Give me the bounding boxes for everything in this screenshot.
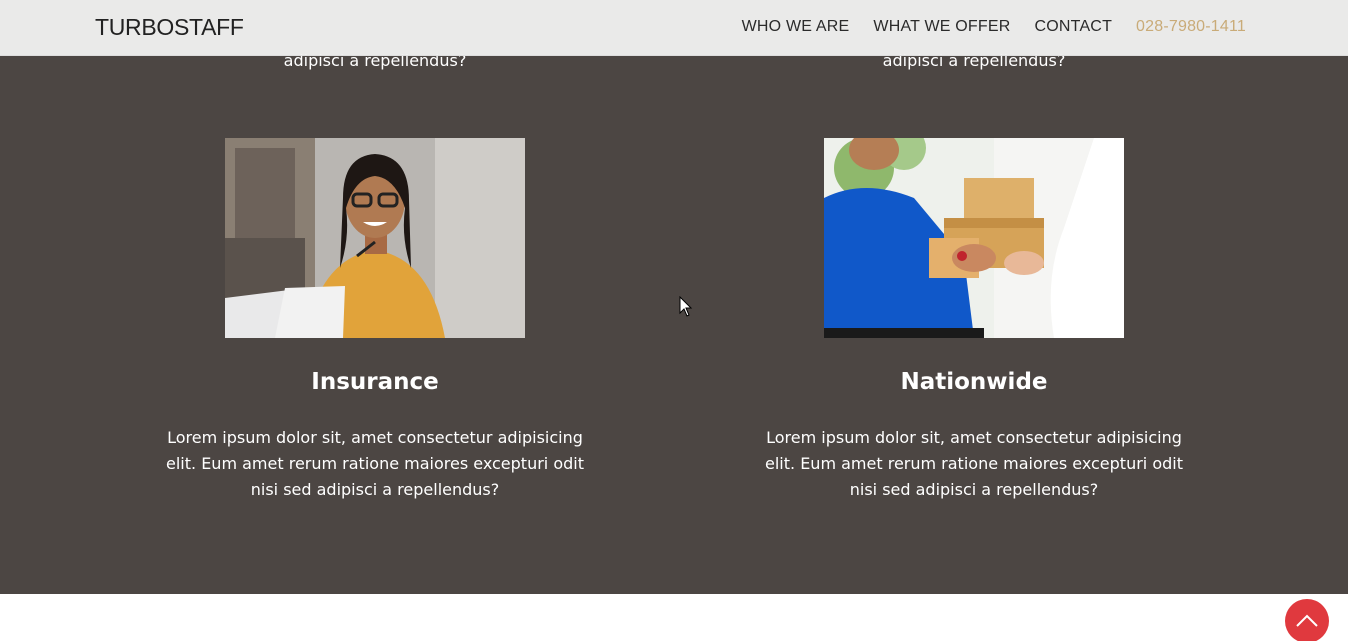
services-section: adipisci a repellendus? adipisci a repel… bbox=[0, 0, 1348, 594]
service-card-insurance: Insurance Lorem ipsum dolor sit, amet co… bbox=[160, 138, 590, 503]
service-title-insurance: Insurance bbox=[311, 369, 439, 395]
nav-link-contact[interactable]: CONTACT bbox=[1035, 18, 1113, 36]
scroll-to-top-button[interactable] bbox=[1285, 599, 1329, 641]
service-description-insurance: Lorem ipsum dolor sit, amet consectetur … bbox=[166, 428, 584, 499]
nav-link-what-we-offer[interactable]: WHAT WE OFFER bbox=[873, 18, 1010, 36]
service-title-nationwide: Nationwide bbox=[900, 369, 1048, 395]
site-logo[interactable]: TURBOSTAFF bbox=[95, 14, 244, 41]
insurance-photo bbox=[225, 138, 525, 338]
nav-menu: WHO WE ARE WHAT WE OFFER CONTACT 028-798… bbox=[742, 18, 1246, 36]
top-navbar: TURBOSTAFF WHO WE ARE WHAT WE OFFER CONT… bbox=[0, 0, 1348, 56]
service-card-nationwide: Nationwide Lorem ipsum dolor sit, amet c… bbox=[759, 138, 1189, 503]
nav-link-who-we-are[interactable]: WHO WE ARE bbox=[742, 18, 850, 36]
mouse-pointer-icon bbox=[679, 295, 693, 323]
nav-phone-link[interactable]: 028-7980-1411 bbox=[1136, 18, 1246, 36]
chevron-up-icon bbox=[1296, 614, 1318, 627]
nationwide-photo bbox=[824, 138, 1124, 338]
service-description-nationwide: Lorem ipsum dolor sit, amet consectetur … bbox=[765, 428, 1183, 499]
